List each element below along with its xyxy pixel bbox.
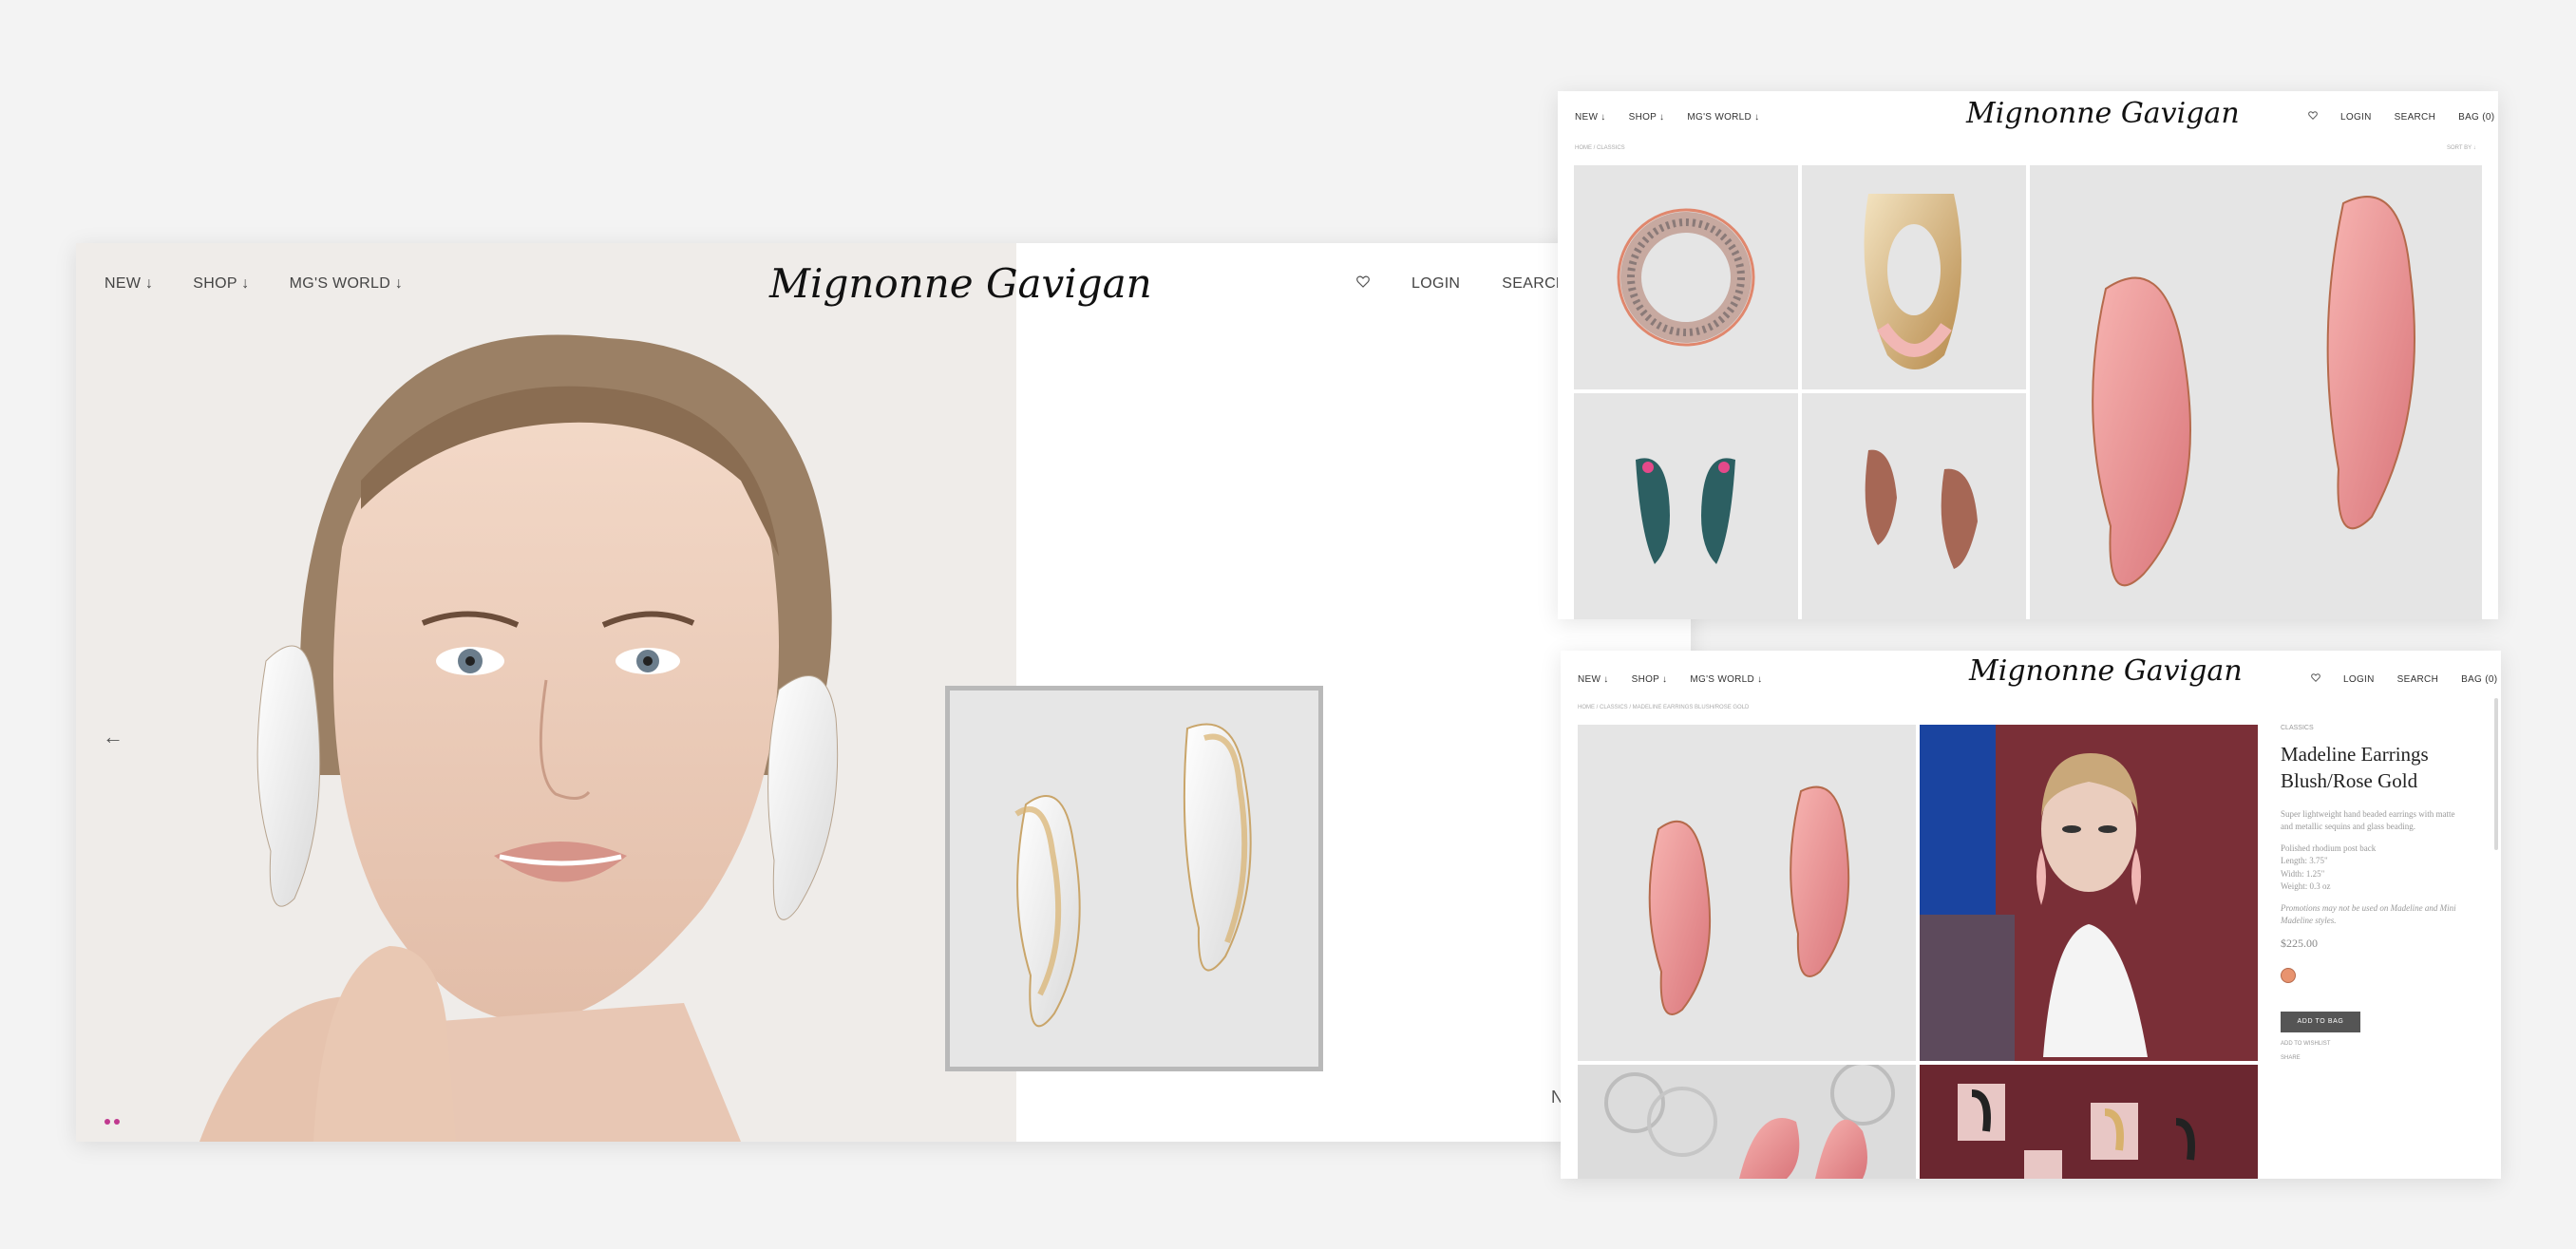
spec-item: Length: 3.75" bbox=[2281, 856, 2328, 866]
nav-login[interactable]: LOGIN bbox=[2343, 674, 2375, 685]
product-image-detail-2[interactable] bbox=[1920, 1065, 2258, 1179]
nav-mgs-world[interactable]: MG'S WORLD ↓ bbox=[1690, 674, 1762, 685]
sort-dropdown[interactable]: SORT BY ↓ bbox=[2447, 145, 2476, 151]
spec-item: Polished rhodium post back bbox=[2281, 842, 2377, 853]
add-to-wishlist-link[interactable]: ADD TO WISHLIST bbox=[2281, 1041, 2461, 1047]
nav-mgs-world[interactable]: MG'S WORLD ↓ bbox=[290, 275, 404, 293]
heart-icon[interactable] bbox=[1356, 275, 1370, 293]
product-detail-window: NEW ↓ SHOP ↓ MG'S WORLD ↓ Mignonne Gavig… bbox=[1561, 651, 2501, 1179]
featured-product-image[interactable] bbox=[945, 686, 1323, 1071]
brand-logo[interactable]: Mignonne Gavigan bbox=[769, 260, 1152, 307]
spec-list: Polished rhodium post back Length: 3.75"… bbox=[2281, 842, 2461, 894]
brand-logo[interactable]: Mignonne Gavigan bbox=[1969, 654, 2243, 688]
breadcrumb[interactable]: HOME / CLASSICS / MADELINE EARRINGS BLUS… bbox=[1578, 705, 1749, 710]
nav-bag[interactable]: BAG (0) bbox=[2461, 674, 2497, 685]
nav-shop[interactable]: SHOP ↓ bbox=[1629, 112, 1665, 123]
nav-login[interactable]: LOGIN bbox=[1411, 275, 1460, 293]
top-navigation: NEW ↓ SHOP ↓ MG'S WORLD ↓ Mignonne Gavig… bbox=[1561, 651, 2501, 708]
nav-shop[interactable]: SHOP ↓ bbox=[1632, 674, 1668, 685]
product-title: Madeline Earrings Blush/Rose Gold bbox=[2281, 743, 2429, 793]
product-tile-bird-earrings[interactable] bbox=[1574, 393, 1798, 619]
category-window: NEW ↓ SHOP ↓ MG'S WORLD ↓ Mignonne Gavig… bbox=[1558, 91, 2498, 619]
nav-shop[interactable]: SHOP ↓ bbox=[193, 275, 249, 293]
share-link[interactable]: SHARE bbox=[2281, 1055, 2461, 1061]
promo-note: Promotions may not be used on Madeline a… bbox=[2281, 902, 2456, 926]
carousel-pager-dots[interactable] bbox=[104, 1119, 120, 1125]
heart-icon[interactable] bbox=[2308, 111, 2318, 123]
product-image-detail-1[interactable] bbox=[1578, 1065, 1916, 1179]
nav-new[interactable]: NEW ↓ bbox=[1575, 112, 1606, 123]
color-swatch-rose-gold[interactable] bbox=[2281, 967, 2296, 983]
nav-new[interactable]: NEW ↓ bbox=[104, 275, 153, 293]
product-image-main[interactable] bbox=[1578, 725, 1916, 1061]
carousel-prev-arrow[interactable]: ← bbox=[103, 725, 123, 749]
product-price: $225.00 bbox=[2281, 936, 2318, 950]
brand-logo[interactable]: Mignonne Gavigan bbox=[1966, 97, 2240, 130]
hero-image bbox=[76, 243, 1016, 1142]
product-tile-necklace[interactable] bbox=[1574, 165, 1798, 389]
spec-item: Width: 1.25" bbox=[2281, 868, 2325, 879]
nav-left-menu: NEW ↓ SHOP ↓ MG'S WORLD ↓ bbox=[1578, 651, 1762, 708]
product-category[interactable]: CLASSICS bbox=[2281, 725, 2461, 731]
top-navigation: NEW ↓ SHOP ↓ MG'S WORLD ↓ Mignonne Gavig… bbox=[1558, 91, 2498, 160]
scrollbar[interactable] bbox=[2494, 698, 2498, 850]
nav-mgs-world[interactable]: MG'S WORLD ↓ bbox=[1687, 112, 1759, 123]
product-image-model[interactable] bbox=[1920, 725, 2258, 1061]
product-description: Super lightweight hand beaded earrings w… bbox=[2281, 808, 2461, 928]
nav-bag[interactable]: BAG (0) bbox=[2458, 112, 2494, 123]
nav-search[interactable]: SEARCH bbox=[2395, 112, 2435, 123]
nav-login[interactable]: LOGIN bbox=[2340, 112, 2372, 123]
spec-item: Weight: 0.3 oz bbox=[2281, 881, 2331, 892]
heart-icon[interactable] bbox=[2311, 673, 2320, 685]
product-info-panel: CLASSICS Madeline Earrings Blush/Rose Go… bbox=[2281, 725, 2461, 1061]
nav-right-menu: LOGIN SEARCH BAG (0) bbox=[2308, 91, 2494, 142]
nav-search[interactable]: SEARCH bbox=[2397, 674, 2438, 685]
top-navigation: NEW ↓ SHOP ↓ MG'S WORLD ↓ Mignonne Gavig… bbox=[76, 243, 1691, 325]
breadcrumb[interactable]: HOME / CLASSICS bbox=[1575, 145, 1625, 151]
nav-new[interactable]: NEW ↓ bbox=[1578, 674, 1609, 685]
description-text: Super lightweight hand beaded earrings w… bbox=[2281, 808, 2455, 832]
product-tile-tassel-earrings[interactable] bbox=[1802, 393, 2026, 619]
nav-right-menu: LOGIN SEARCH bbox=[1356, 243, 1567, 325]
add-to-bag-button[interactable]: ADD TO BAG bbox=[2281, 1011, 2360, 1032]
homepage-window: NEW ↓ SHOP ↓ MG'S WORLD ↓ Mignonne Gavig… bbox=[76, 243, 1691, 1142]
product-tile-madeline-blush[interactable] bbox=[2030, 165, 2482, 619]
product-tile-fringe-necklace[interactable] bbox=[1802, 165, 2026, 389]
nav-left-menu: NEW ↓ SHOP ↓ MG'S WORLD ↓ bbox=[104, 243, 403, 325]
nav-right-menu: LOGIN SEARCH BAG (0) bbox=[2311, 651, 2497, 708]
nav-left-menu: NEW ↓ SHOP ↓ MG'S WORLD ↓ bbox=[1575, 91, 1759, 142]
